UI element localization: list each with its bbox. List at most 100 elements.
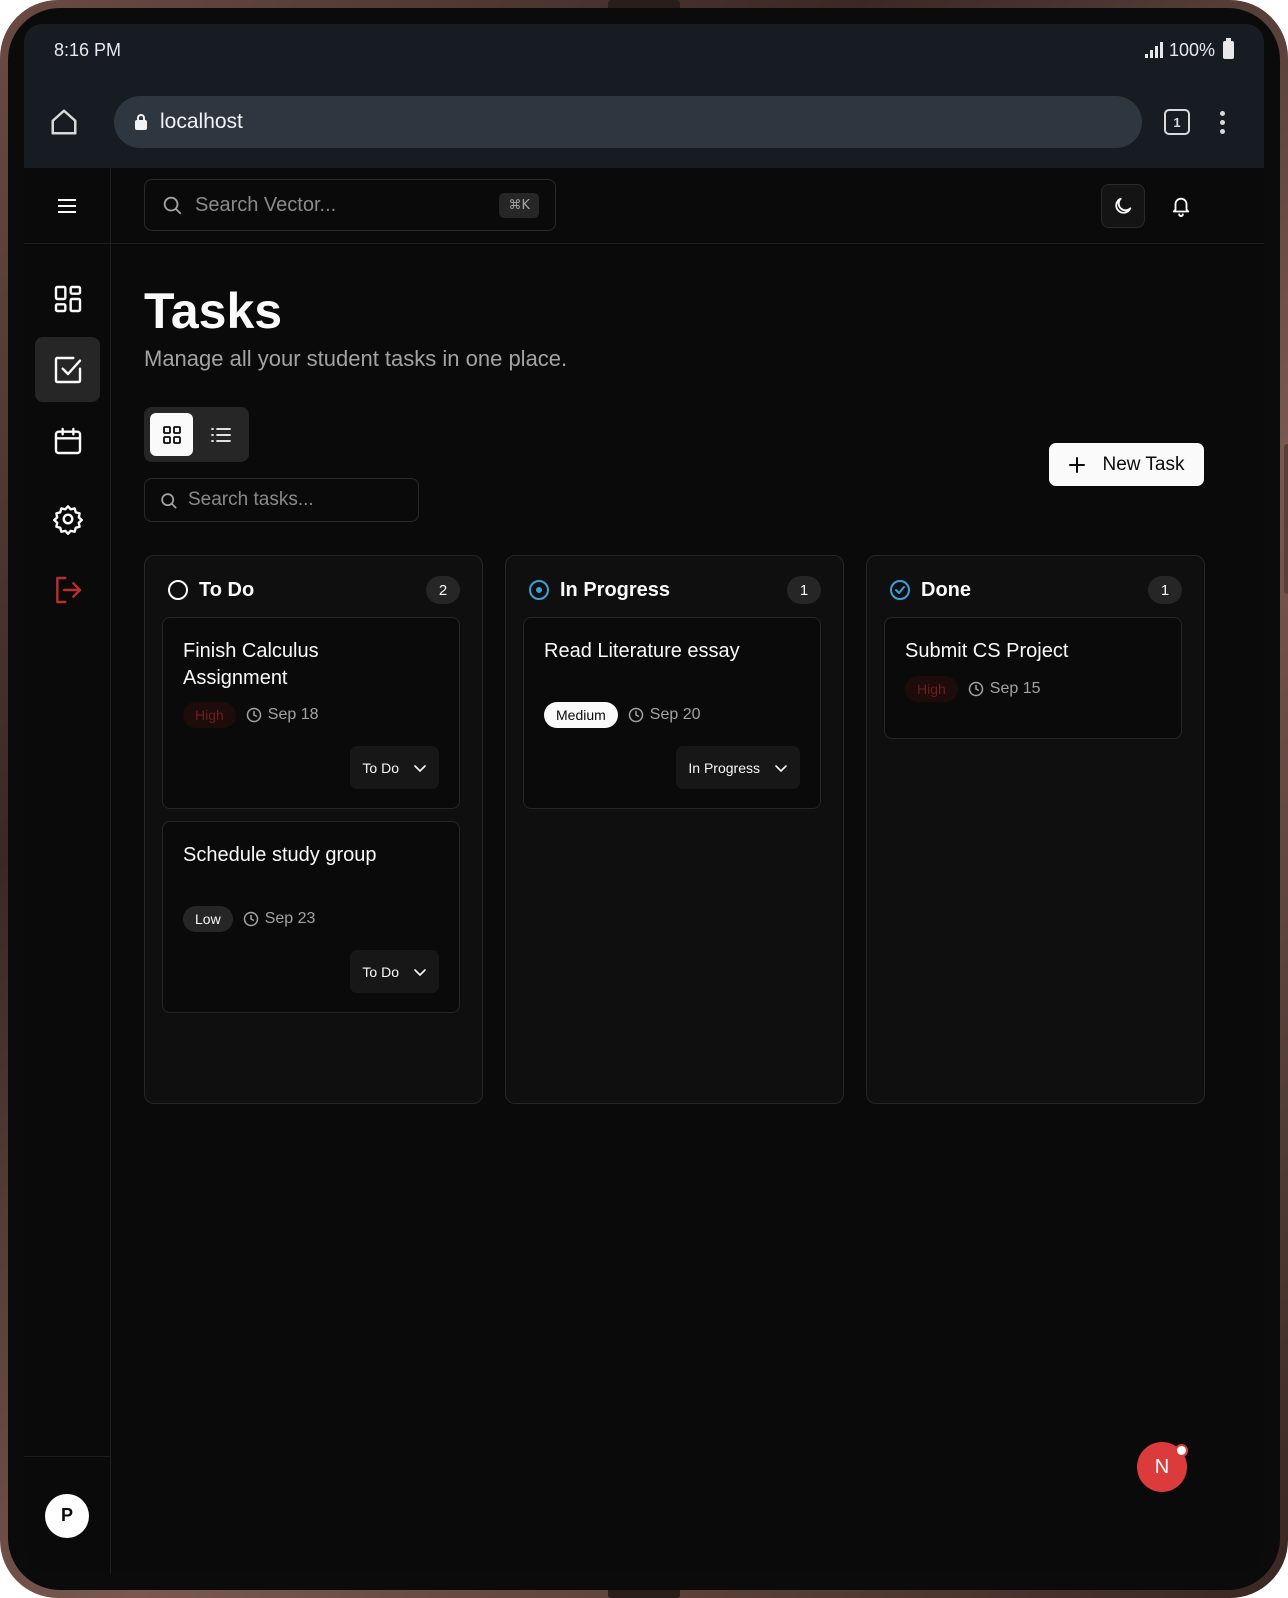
column-todo: To Do 2 Finish Calculus Assignment High … [144, 555, 483, 1104]
sidebar-item-settings[interactable] [35, 486, 100, 551]
screen: 8:16 PM 100% localhost 1 P Search Vector… [24, 24, 1264, 1574]
due-date-text: Sep 20 [649, 706, 701, 723]
column-header: To Do 2 [167, 574, 460, 606]
status-indicators: 100% [1144, 38, 1234, 61]
page-subtitle: Manage all your student tasks in one pla… [144, 346, 568, 371]
check-circle-icon [890, 580, 910, 600]
shortcut-hint: ⌘K [499, 192, 539, 218]
priority-badge: High [905, 676, 958, 702]
moon-icon [1115, 197, 1132, 214]
main-content: Tasks Manage all your student tasks in o… [111, 244, 1264, 1574]
priority-badge: Medium [544, 702, 618, 728]
plus-icon [1069, 456, 1086, 473]
grid-icon [162, 425, 181, 444]
battery-icon [1223, 38, 1234, 59]
status-time: 8:16 PM [54, 39, 122, 60]
status-select-value: In Progress [688, 759, 760, 776]
home-icon [51, 109, 77, 135]
due-date: Sep 15 [968, 680, 1041, 698]
task-card[interactable]: Submit CS Project High Sep 15 [884, 617, 1182, 739]
logout-icon [55, 576, 81, 603]
column-title: Done [921, 578, 971, 601]
task-card[interactable]: Read Literature essay Medium Sep 20 In P… [523, 617, 821, 809]
side-button [1284, 444, 1288, 594]
column-done: Done 1 Submit CS Project High Sep 15 [866, 555, 1205, 1104]
task-card[interactable]: Finish Calculus Assignment High Sep 18 T… [162, 617, 460, 809]
page-title: Tasks [144, 283, 283, 339]
grid-view-button[interactable] [150, 413, 193, 456]
task-card[interactable]: Schedule study group Low Sep 23 To Do [162, 821, 460, 1013]
in-progress-icon [529, 580, 549, 600]
user-avatar[interactable]: P [45, 1493, 89, 1538]
app-topbar: Search Vector... ⌘K [111, 168, 1264, 244]
column-count: 1 [1148, 576, 1182, 604]
task-title: Schedule study group [183, 844, 377, 866]
priority-badge: Low [183, 906, 233, 932]
column-count: 2 [426, 576, 460, 604]
column-title: To Do [199, 578, 255, 601]
chevron-down-icon [414, 968, 426, 976]
global-search-input[interactable]: Search Vector... ⌘K [144, 179, 556, 231]
dashboard-icon [54, 285, 81, 312]
sidebar-item-dashboard[interactable] [35, 266, 100, 331]
global-search-placeholder: Search Vector... [195, 193, 337, 216]
search-icon [163, 196, 182, 215]
task-title: Submit CS Project [905, 640, 1069, 662]
task-search-input[interactable]: Search tasks... [144, 478, 419, 522]
task-meta: Medium Sep 20 [544, 702, 701, 728]
sidebar-header [24, 168, 110, 244]
browser-toolbar: localhost 1 [24, 76, 1264, 168]
sidebar-footer: P [24, 1456, 110, 1574]
due-date: Sep 18 [246, 706, 319, 724]
status-select[interactable]: To Do [350, 746, 439, 789]
task-title: Read Literature essay [544, 640, 740, 662]
clock-icon [628, 707, 644, 723]
status-select[interactable]: In Progress [676, 746, 800, 789]
status-bar: 8:16 PM 100% [24, 24, 1264, 76]
sidebar-item-calendar[interactable] [35, 408, 100, 473]
app-shell: P Search Vector... ⌘K Tasks Manage all y… [24, 168, 1264, 1574]
column-title: In Progress [560, 578, 671, 601]
list-icon [210, 427, 231, 442]
due-date-text: Sep 18 [267, 706, 319, 723]
calendar-icon [54, 427, 81, 454]
priority-badge: High [183, 702, 236, 728]
task-meta: High Sep 15 [905, 676, 1041, 702]
task-meta: Low Sep 23 [183, 906, 315, 932]
home-button[interactable] [44, 102, 84, 142]
gear-icon [52, 504, 83, 535]
sidebar-item-logout[interactable] [35, 557, 100, 622]
due-date-text: Sep 15 [989, 680, 1041, 697]
notification-dot [1175, 1444, 1188, 1457]
new-task-button[interactable]: New Task [1049, 443, 1204, 486]
browser-menu-icon[interactable] [1220, 110, 1225, 134]
circle-icon [168, 580, 188, 600]
due-date: Sep 20 [628, 706, 701, 724]
task-title: Finish Calculus Assignment [183, 640, 319, 689]
tab-switcher-button[interactable]: 1 [1164, 109, 1190, 135]
hamburger-menu-icon[interactable] [56, 197, 78, 215]
chevron-down-icon [775, 764, 787, 772]
status-select-value: To Do [362, 963, 399, 980]
due-date-text: Sep 23 [264, 910, 316, 927]
column-header: Done 1 [889, 574, 1182, 606]
device-frame: 8:16 PM 100% localhost 1 P Search Vector… [0, 0, 1288, 1598]
view-toggle [144, 407, 249, 462]
battery-percent: 100% [1168, 39, 1215, 60]
column-in-progress: In Progress 1 Read Literature essay Medi… [505, 555, 844, 1104]
lock-icon [135, 114, 147, 130]
theme-toggle-button[interactable] [1101, 184, 1145, 228]
status-select[interactable]: To Do [350, 950, 439, 993]
task-search-placeholder: Search tasks... [188, 489, 314, 510]
clock-icon [243, 911, 258, 927]
url-text: localhost [160, 110, 243, 133]
status-select-value: To Do [362, 759, 399, 776]
clock-icon [968, 681, 984, 697]
signal-icon [1144, 42, 1163, 58]
list-view-button[interactable] [199, 413, 242, 456]
sidebar-item-tasks[interactable] [35, 337, 100, 402]
task-meta: High Sep 18 [183, 702, 319, 728]
chevron-down-icon [414, 764, 426, 772]
address-bar[interactable]: localhost [114, 96, 1142, 148]
notifications-button[interactable] [1159, 184, 1203, 228]
